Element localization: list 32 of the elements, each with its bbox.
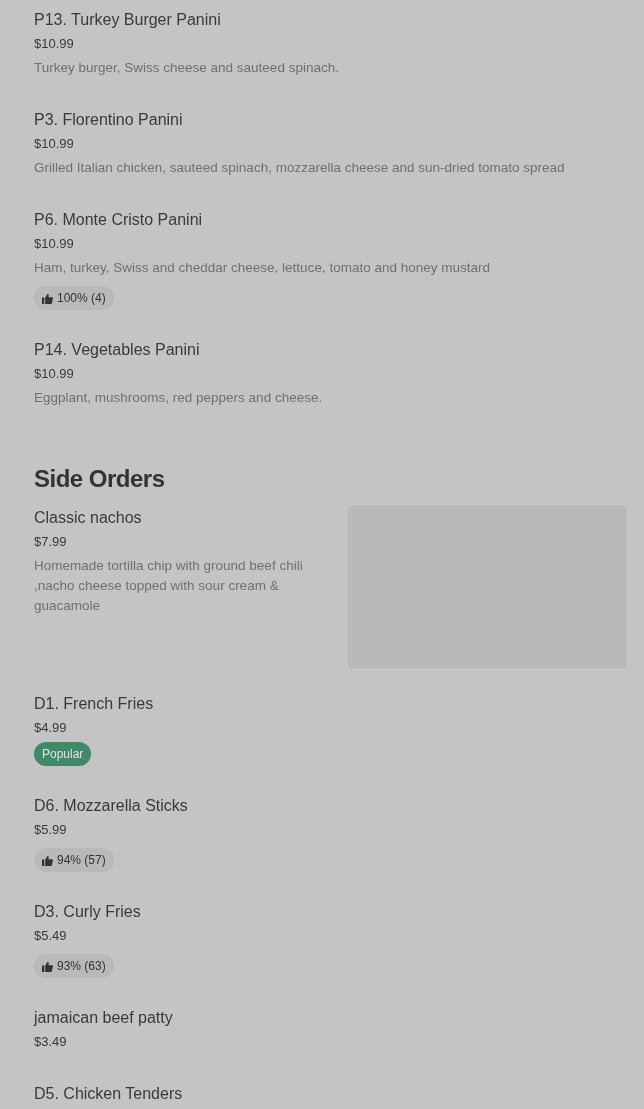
item-price: $10.99 xyxy=(34,235,75,253)
rating-text: 94% (57) xyxy=(57,853,106,867)
item-price: $10.99 xyxy=(34,35,75,53)
item-name[interactable]: D5. Chicken Tenders xyxy=(34,1082,626,1106)
item-description: Ham, turkey, Swiss and cheddar cheese, lettuce, tomato and honey mustard xyxy=(34,259,491,277)
item-name[interactable]: jamaican beef patty xyxy=(34,1006,626,1030)
item-description: Eggplant, mushrooms, red peppers and cheese. xyxy=(34,389,324,407)
item-name[interactable]: D6. Mozzarella Sticks xyxy=(34,794,626,818)
item-price: $4.99 xyxy=(34,719,68,737)
item-price: $5.49 xyxy=(34,927,68,945)
item-name[interactable]: D1. French Fries xyxy=(34,692,626,716)
thumbs-up-icon xyxy=(42,854,53,866)
item-name[interactable]: Classic nachos xyxy=(34,506,328,530)
item-name[interactable]: P13. Turkey Burger Panini xyxy=(34,8,626,32)
section-heading: Side Orders xyxy=(34,464,166,494)
item-description: Homemade tortilla chip with ground beef chili ,nacho cheese topped with sour cream & guacamole xyxy=(34,557,304,615)
thumbs-up-icon xyxy=(42,292,53,304)
item-price: $10.99 xyxy=(34,135,75,153)
item-description: Grilled Italian chicken, sauteed spinach, mozzarella cheese and sun-dried tomato spread xyxy=(34,159,566,177)
item-price: $5.99 xyxy=(34,821,68,839)
popular-badge: Popular xyxy=(34,742,92,766)
thumbs-up-icon xyxy=(42,960,53,972)
rating-text: 93% (63) xyxy=(57,959,106,973)
item-price: $3.49 xyxy=(34,1033,68,1051)
item-name[interactable]: P6. Monte Cristo Panini xyxy=(34,208,626,232)
item-name[interactable]: D3. Curly Fries xyxy=(34,900,626,924)
item-price: $7.99 xyxy=(34,533,68,551)
item-price: $10.99 xyxy=(34,365,75,383)
item-name[interactable]: P14. Vegetables Panini xyxy=(34,338,626,362)
rating-text: 100% (4) xyxy=(57,291,106,305)
item-name[interactable]: P3. Florentino Panini xyxy=(34,108,626,132)
item-description: Turkey burger, Swiss cheese and sauteed spinach. xyxy=(34,59,340,77)
